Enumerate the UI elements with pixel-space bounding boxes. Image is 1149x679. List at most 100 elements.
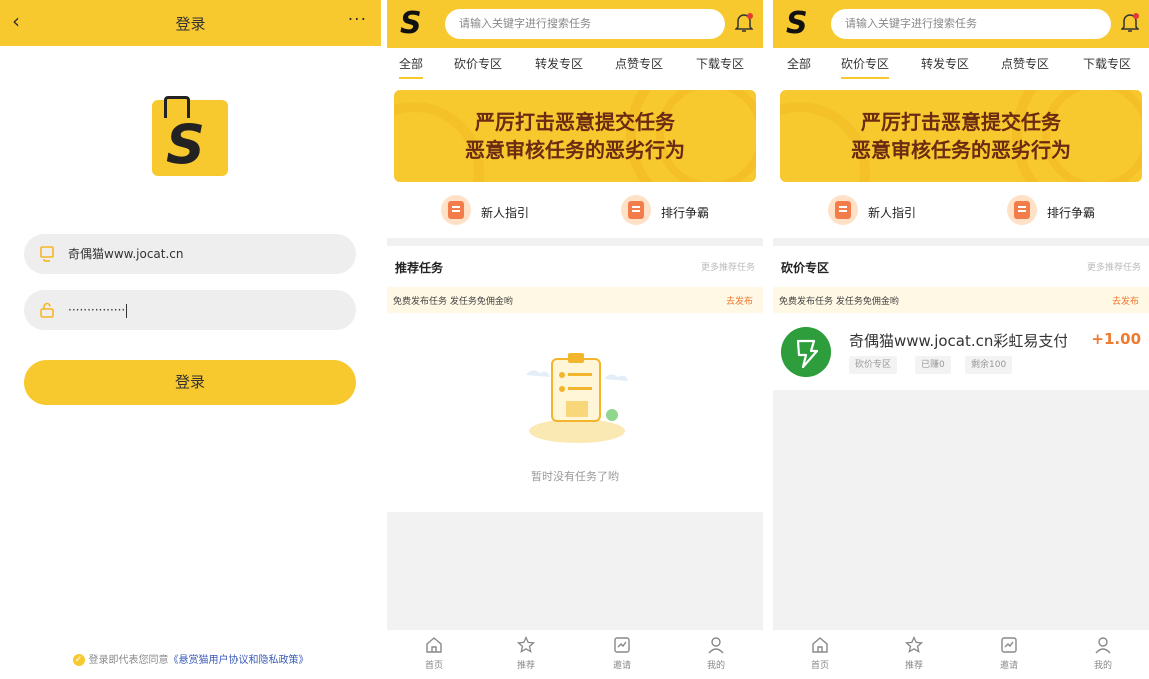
section-title: 砍价专区 [781, 261, 830, 275]
tab-bargain[interactable]: 砍价专区 [841, 57, 890, 79]
nav-home[interactable]: 首页 [409, 636, 459, 671]
agreement-line: ✓ 登录即代表您同意《悬赏猫用户协议和隐私政策》 [0, 651, 381, 666]
nav-label: 推荐 [516, 661, 535, 671]
section-divider [387, 238, 763, 246]
search-placeholder: 请输入关键字进行搜索任务 [845, 17, 977, 30]
app-s-logo[interactable]: S [400, 7, 422, 41]
home-icon [812, 637, 828, 653]
nav-label: 邀请 [612, 661, 631, 671]
tab-forward[interactable]: 转发专区 [535, 57, 583, 71]
nav-profile[interactable]: 我的 [1078, 636, 1128, 671]
nav-invite[interactable]: 邀请 [984, 636, 1034, 671]
announcement-banner[interactable]: 严厉打击恶意提交任务 恶意审核任务的恶劣行为 [394, 90, 756, 182]
tab-download[interactable]: 下载专区 [696, 57, 744, 71]
bell-icon[interactable] [1121, 13, 1139, 33]
username-value: 奇偶猫www.jocat.cn [68, 247, 184, 261]
banner-line-1: 严厉打击恶意提交任务 [475, 110, 675, 134]
nav-label: 我的 [1093, 661, 1112, 671]
lock-icon [40, 302, 54, 318]
banner-ring-decoration [1042, 90, 1142, 182]
search-input[interactable]: 请输入关键字进行搜索任务 [831, 9, 1111, 39]
check-circle-icon[interactable]: ✓ [72, 654, 85, 666]
invite-icon [1001, 637, 1017, 653]
bottom-nav: 首页 推荐 邀请 我的 [387, 630, 763, 679]
notice-text: 免费发布任务 发任务免佣金哟 [779, 297, 899, 307]
password-value: ··············· [68, 302, 128, 318]
publish-notice: 免费发布任务 发任务免佣金哟 去发布 [387, 287, 763, 313]
section-more-link[interactable]: 更多推荐任务 [701, 260, 755, 273]
tab-like[interactable]: 点赞专区 [1001, 57, 1049, 71]
quick-label: 新人指引 [868, 206, 917, 220]
app-s-logo[interactable]: S [786, 7, 808, 41]
agreement-prefix: 登录即代表您同意 [88, 655, 169, 666]
tab-like[interactable]: 点赞专区 [615, 57, 663, 71]
invite-icon [614, 637, 630, 653]
banner-line-2: 恶意审核任务的恶劣行为 [851, 138, 1071, 162]
nav-recommend[interactable]: 推荐 [501, 636, 551, 671]
nav-label: 首页 [810, 661, 829, 671]
quick-label: 排行争霸 [1047, 206, 1096, 220]
profile-icon [708, 637, 724, 654]
task-tag-earned: 已赚0 [915, 356, 951, 374]
publish-notice: 免费发布任务 发任务免佣金哟 去发布 [773, 287, 1149, 313]
section-more-link[interactable]: 更多推荐任务 [1087, 260, 1141, 273]
agreement-link[interactable]: 《悬赏猫用户协议和隐私政策》 [169, 655, 309, 666]
text-caret [126, 303, 128, 318]
username-field[interactable]: 奇偶猫www.jocat.cn [24, 234, 356, 274]
search-input[interactable]: 请输入关键字进行搜索任务 [445, 9, 725, 39]
task-reward: +1.00 [1091, 330, 1141, 348]
tab-download[interactable]: 下载专区 [1083, 57, 1131, 71]
banner-line-2: 恶意审核任务的恶劣行为 [465, 138, 685, 162]
home-icon [426, 637, 442, 653]
password-field[interactable]: ··············· [24, 290, 356, 330]
search-placeholder: 请输入关键字进行搜索任务 [459, 17, 591, 30]
tab-forward[interactable]: 转发专区 [921, 57, 969, 71]
app-logo: S [152, 96, 228, 176]
screenshot-canvas: ‹ 登录 ··· S 奇偶猫www.jocat.cn ·············… [0, 0, 1149, 679]
nav-label: 我的 [706, 661, 725, 671]
category-tabs: 全部 砍价专区 转发专区 点赞专区 下载专区 [387, 48, 763, 82]
star-icon [517, 636, 535, 653]
bell-icon[interactable] [735, 13, 753, 33]
tab-bargain[interactable]: 砍价专区 [454, 57, 502, 71]
tab-all[interactable]: 全部 [787, 57, 811, 71]
login-button[interactable]: 登录 [24, 360, 356, 405]
task-name: 奇偶猫www.jocat.cn彩虹易支付 - 行 [849, 332, 1067, 350]
recommend-screen: S 请输入关键字进行搜索任务 全部 砍价专区 转发专区 点赞专区 下载专区 严厉… [387, 0, 763, 679]
section-divider [773, 238, 1149, 246]
more-dots-icon[interactable]: ··· [348, 10, 367, 30]
publish-link[interactable]: 去发布 [1112, 294, 1139, 307]
quick-label: 新人指引 [481, 206, 530, 220]
publish-link[interactable]: 去发布 [726, 294, 753, 307]
password-dots: ··············· [68, 303, 126, 317]
nav-label: 邀请 [999, 661, 1018, 671]
ranking-icon [621, 195, 651, 225]
announcement-banner[interactable]: 严厉打击恶意提交任务 恶意审核任务的恶劣行为 [780, 90, 1142, 182]
nav-profile[interactable]: 我的 [691, 636, 741, 671]
quick-label: 排行争霸 [661, 206, 710, 220]
nav-label: 推荐 [904, 661, 923, 671]
empty-state-text: 暂时没有任务了哟 [531, 470, 619, 483]
nav-recommend[interactable]: 推荐 [889, 636, 939, 671]
banner-ring-decoration [656, 90, 756, 182]
top-bar: S 请输入关键字进行搜索任务 [773, 0, 1149, 48]
bottom-nav: 首页 推荐 邀请 我的 [773, 630, 1149, 679]
task-tag-category: 砍价专区 [849, 356, 898, 374]
profile-icon [1095, 637, 1111, 654]
tab-all[interactable]: 全部 [399, 57, 424, 79]
task-avatar [781, 327, 831, 377]
guide-icon [828, 195, 858, 225]
task-tag-remaining: 剩余100 [965, 356, 1013, 374]
page-title: 登录 [175, 15, 206, 33]
section-header: 推荐任务 更多推荐任务 [387, 254, 763, 278]
guide-icon [441, 195, 471, 225]
empty-clipboard-illustration [526, 353, 628, 443]
section-title: 推荐任务 [395, 261, 444, 275]
task-list-item[interactable]: 奇偶猫www.jocat.cn彩虹易支付 - 行 +1.00 砍价专区 已赚0 … [773, 322, 1149, 388]
logo-s-glyph: S [166, 113, 205, 176]
bargain-screen: S 请输入关键字进行搜索任务 全部 砍价专区 转发专区 点赞专区 下载专区 严厉… [773, 0, 1149, 679]
nav-home[interactable]: 首页 [795, 636, 845, 671]
nav-invite[interactable]: 邀请 [597, 636, 647, 671]
top-bar: S 请输入关键字进行搜索任务 [387, 0, 763, 48]
user-card-icon [40, 246, 54, 262]
